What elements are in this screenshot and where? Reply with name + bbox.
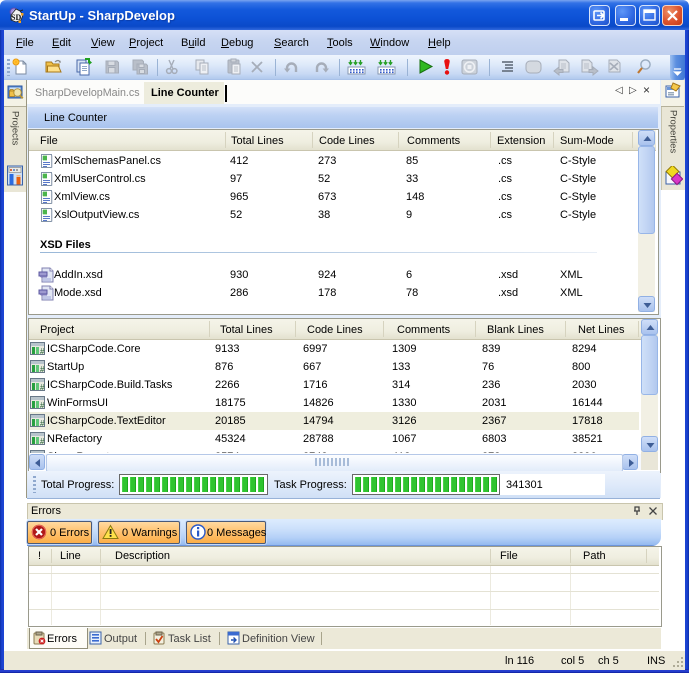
- svg-text:#: #: [40, 365, 45, 373]
- svg-text:#: #: [40, 383, 45, 391]
- svg-text:#: #: [40, 401, 45, 409]
- svg-text:#: #: [40, 347, 45, 355]
- svg-text:#: #: [40, 419, 45, 427]
- svg-text:#: #: [40, 437, 45, 445]
